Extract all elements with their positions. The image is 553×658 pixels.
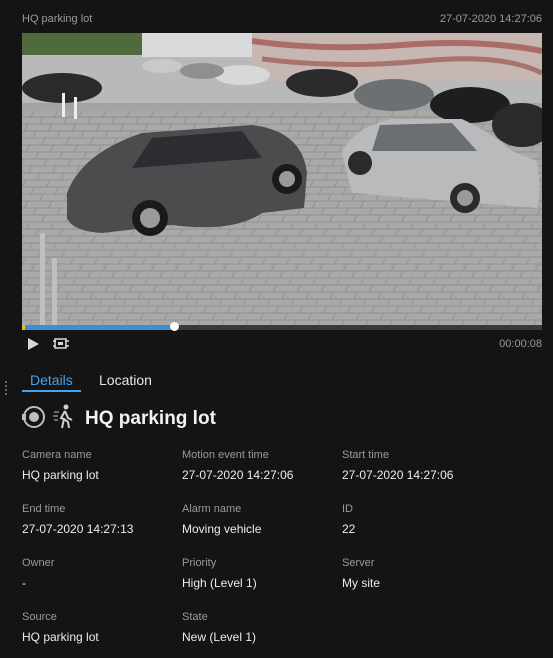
field-label: Motion event time xyxy=(182,449,269,461)
field-alarm-name: Alarm name Moving vehicle xyxy=(182,503,332,536)
timeline-progress xyxy=(22,325,176,330)
field-source: Source HQ parking lot xyxy=(22,611,172,644)
tab-details[interactable]: Details xyxy=(22,370,81,392)
event-title: HQ parking lot xyxy=(85,408,216,429)
field-camera-name: Camera name HQ parking lot xyxy=(22,449,172,482)
panel-resize-grip[interactable] xyxy=(5,381,9,397)
video-header: HQ parking lot 27-07-2020 14:27:06 xyxy=(22,13,542,29)
field-end-time: End time 27-07-2020 14:27:13 xyxy=(22,503,172,536)
field-value: - xyxy=(22,576,26,590)
field-value: Moving vehicle xyxy=(182,522,262,536)
motion-person-icon xyxy=(53,404,75,435)
field-label: Server xyxy=(342,557,375,569)
field-state: State New (Level 1) xyxy=(182,611,332,644)
tab-location[interactable]: Location xyxy=(91,370,160,390)
field-value: 22 xyxy=(342,522,356,536)
camera-icon xyxy=(22,405,46,434)
event-title-row: HQ parking lot xyxy=(22,404,216,435)
field-value: High (Level 1) xyxy=(182,576,257,590)
field-label: Source xyxy=(22,611,57,623)
field-server: Server My site xyxy=(342,557,492,590)
field-label: State xyxy=(182,611,208,623)
field-label: Priority xyxy=(182,557,217,569)
export-clip-icon[interactable] xyxy=(53,337,69,356)
field-label: Alarm name xyxy=(182,503,242,515)
clip-duration: 00:00:08 xyxy=(499,338,542,350)
timeline-scrubber[interactable] xyxy=(22,322,542,331)
field-value: 27-07-2020 14:27:06 xyxy=(182,468,294,482)
field-value: 27-07-2020 14:27:13 xyxy=(22,522,134,536)
field-value: HQ parking lot xyxy=(22,630,99,644)
camera-title: HQ parking lot xyxy=(22,13,93,25)
player-controls: 00:00:08 xyxy=(22,335,542,353)
field-value: HQ parking lot xyxy=(22,468,99,482)
field-motion-event-time: Motion event time 27-07-2020 14:27:06 xyxy=(182,449,332,482)
field-priority: Priority High (Level 1) xyxy=(182,557,332,590)
video-frame[interactable] xyxy=(22,33,542,325)
play-icon[interactable] xyxy=(26,337,40,356)
field-start-time: Start time 27-07-2020 14:27:06 xyxy=(342,449,492,482)
video-timestamp: 27-07-2020 14:27:06 xyxy=(439,13,542,25)
field-label: ID xyxy=(342,503,353,515)
field-label: Camera name xyxy=(22,449,92,461)
parking-lot-scene xyxy=(22,33,542,325)
field-value: My site xyxy=(342,576,381,590)
field-label: Owner xyxy=(22,557,55,569)
field-id: ID 22 xyxy=(342,503,492,536)
field-value: New (Level 1) xyxy=(182,630,257,644)
field-label: End time xyxy=(22,503,66,515)
field-label: Start time xyxy=(342,449,390,461)
field-owner: Owner - xyxy=(22,557,172,590)
field-value: 27-07-2020 14:27:06 xyxy=(342,468,454,482)
timeline-handle[interactable] xyxy=(170,322,180,331)
timeline-event-marker xyxy=(22,325,25,330)
